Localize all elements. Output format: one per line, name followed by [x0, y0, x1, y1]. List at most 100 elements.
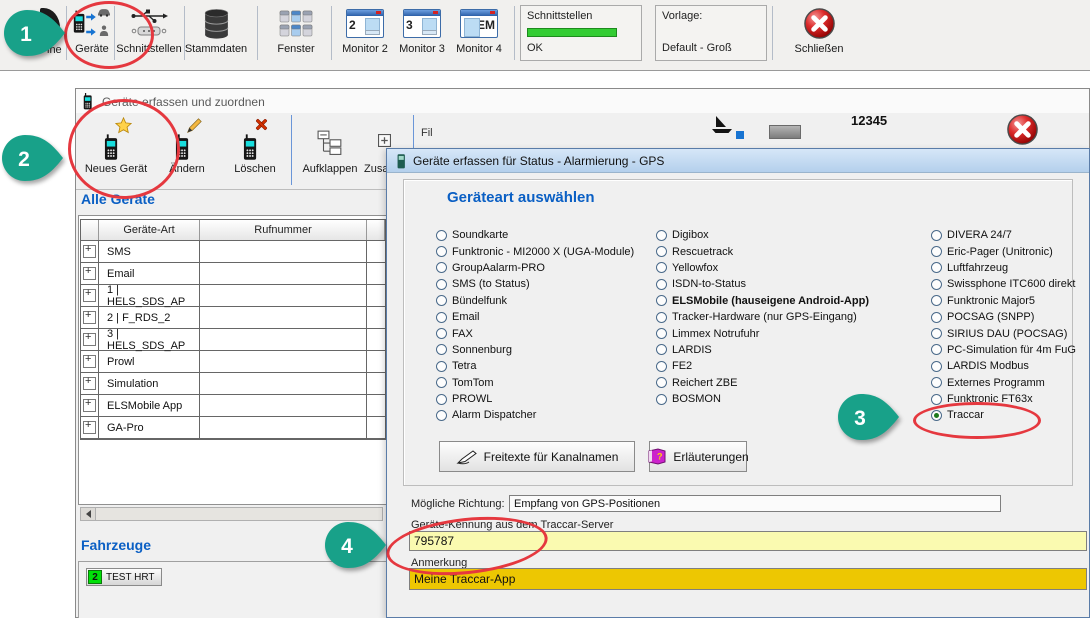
- device-type-option[interactable]: Email: [436, 309, 634, 325]
- stammdaten-button[interactable]: Stammdaten: [186, 3, 246, 65]
- device-type-option[interactable]: GroupAalarm-PRO: [436, 260, 634, 276]
- device-type-option[interactable]: ELSMobile (hauseigene Android-App): [656, 293, 869, 309]
- table-row[interactable]: Simulation: [81, 373, 385, 395]
- device-type-option[interactable]: Tracker-Hardware (nur GPS-Eingang): [656, 309, 869, 325]
- radio-icon[interactable]: [931, 377, 942, 388]
- radio-icon[interactable]: [656, 230, 667, 241]
- table-row[interactable]: Email: [81, 263, 385, 285]
- radio-icon[interactable]: [436, 230, 447, 241]
- device-type-option[interactable]: SIRIUS DAU (POCSAG): [931, 325, 1076, 341]
- device-type-option[interactable]: Tetra: [436, 358, 634, 374]
- aufklappen-button[interactable]: Aufklappen: [296, 115, 364, 187]
- device-type-option[interactable]: Alarm Dispatcher: [436, 407, 634, 423]
- expand-plus-icon[interactable]: [83, 333, 96, 346]
- radio-icon[interactable]: [931, 361, 942, 372]
- device-type-option[interactable]: Digibox: [656, 227, 869, 243]
- expand-plus-icon[interactable]: [83, 377, 96, 390]
- table-row[interactable]: ELSMobile App: [81, 395, 385, 417]
- radio-icon[interactable]: [656, 279, 667, 290]
- device-type-option[interactable]: Reichert ZBE: [656, 375, 869, 391]
- radio-icon[interactable]: [436, 328, 447, 339]
- device-type-option[interactable]: FE2: [656, 358, 869, 374]
- radio-icon[interactable]: [436, 262, 447, 273]
- dialog-titlebar[interactable]: Geräte erfassen für Status - Alarmierung…: [387, 149, 1089, 173]
- monitor3-button[interactable]: 3 Monitor 3: [395, 3, 449, 65]
- table-row[interactable]: 3 | HELS_SDS_AP: [81, 329, 385, 351]
- radio-icon[interactable]: [436, 377, 447, 388]
- device-type-option[interactable]: Funktronic Major5: [931, 293, 1076, 309]
- device-type-option[interactable]: Luftfahrzeug: [931, 260, 1076, 276]
- device-type-option[interactable]: SMS (to Status): [436, 276, 634, 292]
- radio-icon[interactable]: [931, 279, 942, 290]
- scroll-left-arrow[interactable]: [81, 508, 96, 520]
- devices-window-titlebar[interactable]: Geräte erfassen und zuordnen: [76, 89, 1089, 113]
- device-type-option[interactable]: Sonnenburg: [436, 342, 634, 358]
- device-type-option[interactable]: Soundkarte: [436, 227, 634, 243]
- radio-icon[interactable]: [436, 279, 447, 290]
- radio-icon[interactable]: [656, 377, 667, 388]
- schliessen-button[interactable]: Schließen: [790, 3, 848, 65]
- direction-field[interactable]: [509, 495, 1001, 512]
- device-type-option[interactable]: TomTom: [436, 375, 634, 391]
- device-type-option[interactable]: DIVERA 24/7: [931, 227, 1076, 243]
- device-type-option[interactable]: Yellowfox: [656, 260, 869, 276]
- radio-icon[interactable]: [656, 262, 667, 273]
- radio-icon[interactable]: [931, 262, 942, 273]
- fenster-button[interactable]: Fenster: [270, 3, 322, 65]
- expand-plus-icon[interactable]: [83, 421, 96, 434]
- radio-icon[interactable]: [436, 246, 447, 257]
- device-type-option[interactable]: FAX: [436, 325, 634, 341]
- freitexte-button[interactable]: Freitexte für Kanalnamen: [439, 441, 635, 472]
- table-row[interactable]: 2 | F_RDS_2: [81, 307, 385, 329]
- device-type-option[interactable]: POCSAG (SNPP): [931, 309, 1076, 325]
- radio-icon[interactable]: [656, 344, 667, 355]
- table-row[interactable]: Prowl: [81, 351, 385, 373]
- radio-icon[interactable]: [656, 246, 667, 257]
- device-type-option[interactable]: PROWL: [436, 391, 634, 407]
- monitor4-button[interactable]: EM Monitor 4: [452, 3, 506, 65]
- radio-icon[interactable]: [931, 230, 942, 241]
- monitor2-button[interactable]: 2 Monitor 2: [338, 3, 392, 65]
- radio-icon[interactable]: [931, 394, 942, 405]
- radio-icon[interactable]: [931, 295, 942, 306]
- device-type-option[interactable]: Funktronic - MI2000 X (UGA-Module): [436, 243, 634, 259]
- table-row[interactable]: 1 | HELS_SDS_AP: [81, 285, 385, 307]
- radio-icon[interactable]: [931, 344, 942, 355]
- radio-icon[interactable]: [436, 295, 447, 306]
- radio-icon[interactable]: [656, 394, 667, 405]
- device-type-option[interactable]: Limmex Notrufuhr: [656, 325, 869, 341]
- device-type-option[interactable]: Rescuetrack: [656, 243, 869, 259]
- radio-icon[interactable]: [931, 328, 942, 339]
- device-type-option[interactable]: Eric-Pager (Unitronic): [931, 243, 1076, 259]
- expand-plus-icon[interactable]: [83, 267, 96, 280]
- device-type-option[interactable]: LARDIS Modbus: [931, 358, 1076, 374]
- table-row[interactable]: GA-Pro: [81, 417, 385, 439]
- device-type-option[interactable]: ISDN-to-Status: [656, 276, 869, 292]
- expand-plus-icon[interactable]: [83, 311, 96, 324]
- device-type-option[interactable]: Swissphone ITC600 direkt: [931, 276, 1076, 292]
- radio-icon[interactable]: [656, 328, 667, 339]
- device-type-option[interactable]: Bündelfunk: [436, 293, 634, 309]
- radio-icon[interactable]: [436, 394, 447, 405]
- radio-icon[interactable]: [656, 312, 667, 323]
- device-type-option[interactable]: LARDIS: [656, 342, 869, 358]
- device-type-option[interactable]: Externes Programm: [931, 375, 1076, 391]
- radio-icon[interactable]: [436, 344, 447, 355]
- radio-icon[interactable]: [436, 361, 447, 372]
- column-header-art[interactable]: Geräte-Art: [99, 220, 200, 240]
- radio-icon[interactable]: [436, 312, 447, 323]
- expand-plus-icon[interactable]: [83, 399, 96, 412]
- horizontal-scrollbar[interactable]: [80, 507, 383, 521]
- vehicle-button[interactable]: 2 TEST HRT: [86, 568, 162, 586]
- column-header-ruf[interactable]: Rufnummer: [200, 220, 367, 240]
- radio-icon[interactable]: [931, 246, 942, 257]
- loeschen-button[interactable]: Löschen: [224, 115, 286, 187]
- radio-icon[interactable]: [436, 410, 447, 421]
- radio-icon[interactable]: [656, 295, 667, 306]
- note-input[interactable]: [409, 568, 1087, 590]
- close-icon[interactable]: [1006, 113, 1039, 146]
- radio-icon[interactable]: [931, 312, 942, 323]
- expand-plus-icon[interactable]: [83, 289, 96, 302]
- erlaeuterungen-button[interactable]: Erläuterungen: [649, 441, 747, 472]
- table-row[interactable]: SMS: [81, 241, 385, 263]
